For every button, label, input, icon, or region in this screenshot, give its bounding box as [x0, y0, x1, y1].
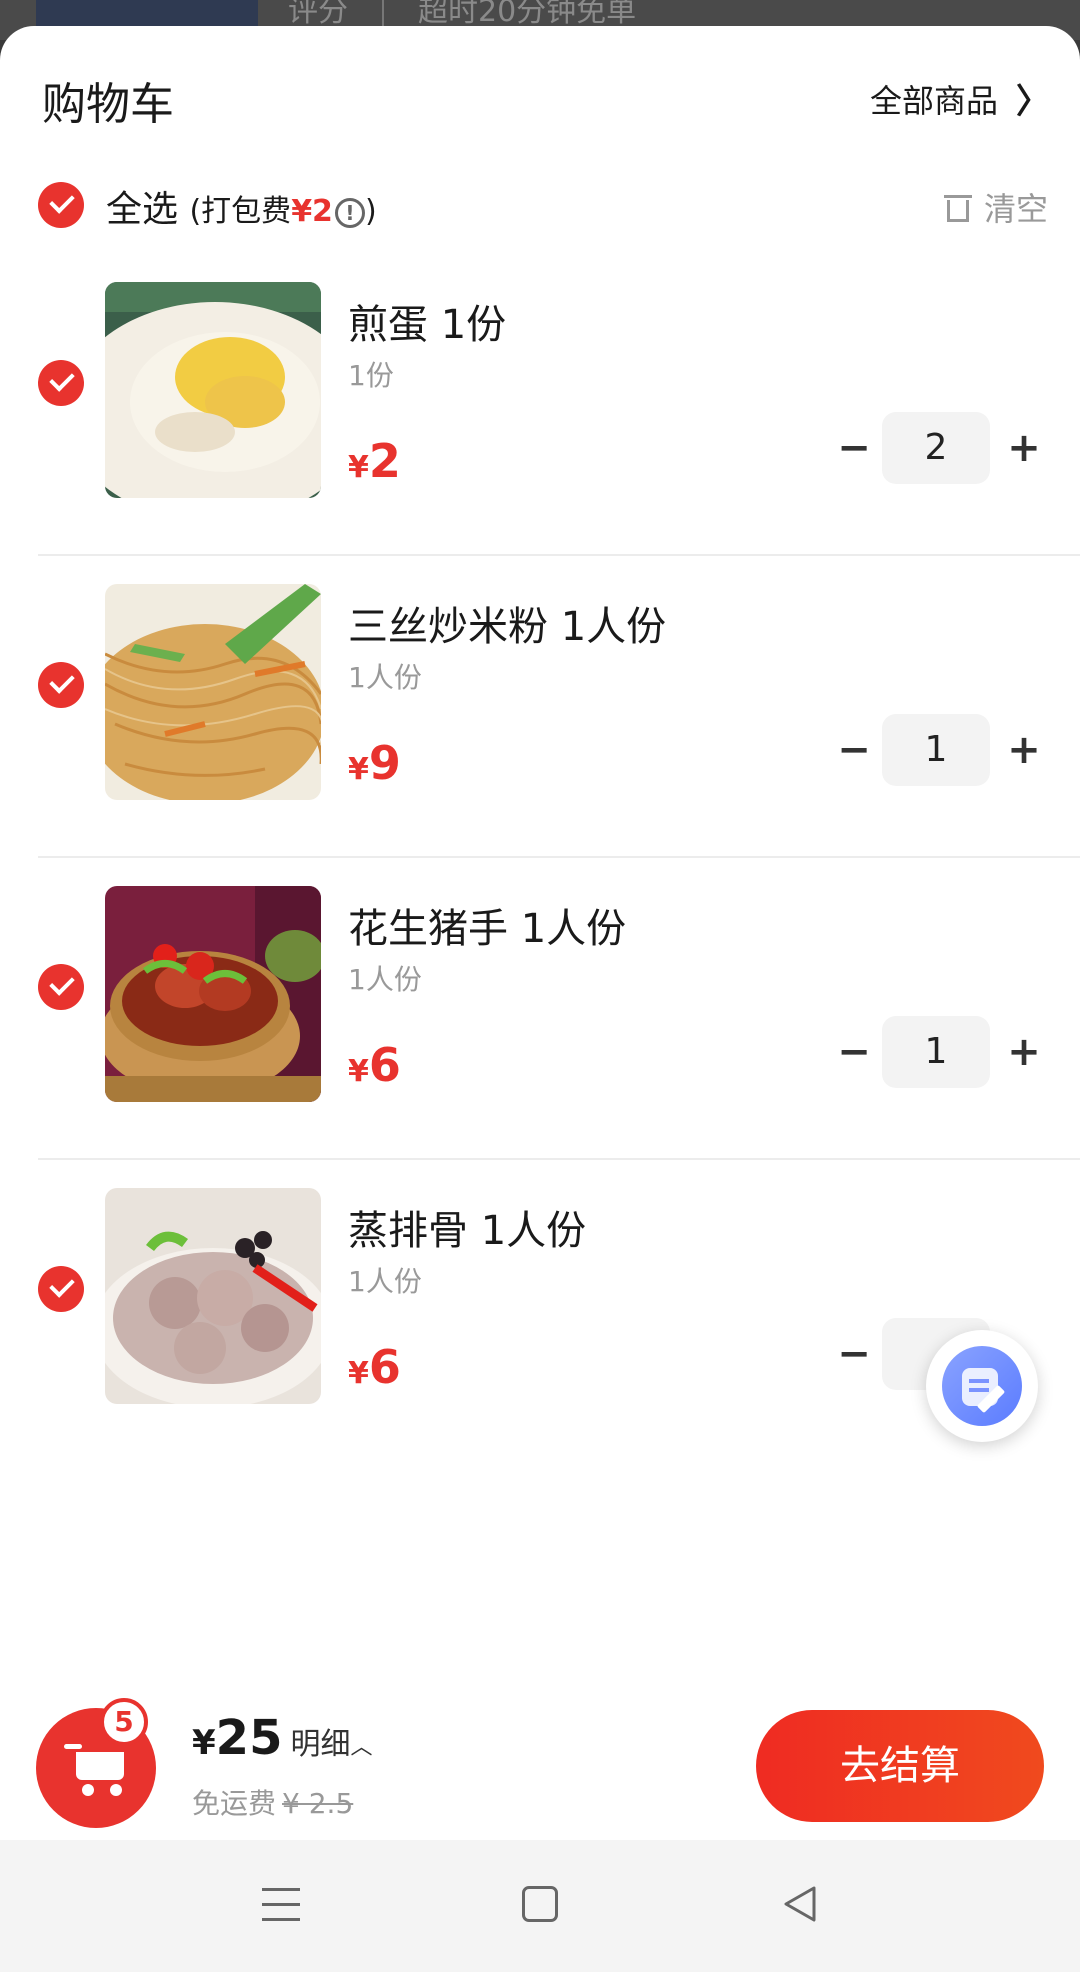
quantity-value[interactable]: 2 — [882, 412, 990, 484]
chevron-up-icon: ︿ — [350, 1735, 373, 1760]
decrease-button[interactable]: − — [834, 1016, 874, 1088]
trash-icon — [943, 192, 972, 222]
item-spec: 1份 — [348, 359, 394, 392]
currency-symbol: ¥ — [348, 752, 369, 787]
cart-item: 煎蛋 1份 1份 ¥2 − 2 + — [0, 254, 1080, 556]
back-icon[interactable] — [780, 1884, 820, 1924]
item-price: ¥6 — [348, 1340, 401, 1394]
item-checkbox[interactable] — [38, 964, 84, 1010]
background-divider — [382, 0, 384, 26]
quantity-stepper: − 1 + — [834, 714, 1044, 786]
total-currency: ¥ — [192, 1723, 216, 1763]
shipping-label: 免运费 — [192, 1787, 277, 1820]
item-price: ¥2 — [348, 434, 401, 488]
item-image-steamed-ribs — [105, 1188, 321, 1404]
select-all-label[interactable]: 全选 (打包费¥2!) — [106, 180, 377, 232]
order-note-icon — [942, 1346, 1022, 1426]
item-spec: 1人份 — [348, 963, 422, 996]
price-value: 9 — [368, 736, 401, 790]
decrease-button[interactable]: − — [834, 412, 874, 484]
all-goods-link[interactable]: 全部商品 〉 — [870, 74, 1050, 123]
price-value: 2 — [368, 434, 401, 488]
item-image-fried-egg — [105, 282, 321, 498]
shipping-info: 免运费 ¥ 2.5 — [192, 1782, 353, 1822]
item-spec: 1人份 — [348, 1265, 422, 1298]
item-name: 煎蛋 1份 — [348, 302, 507, 348]
cart-count-badge: 5 — [100, 1698, 148, 1746]
pack-fee-prefix: (打包费 — [189, 194, 292, 229]
item-checkbox[interactable] — [38, 1266, 84, 1312]
checkout-button[interactable]: 去结算 — [756, 1710, 1044, 1822]
select-all-row: 全选 (打包费¥2!) 清空 — [38, 174, 1048, 238]
quantity-value[interactable]: 1 — [882, 1016, 990, 1088]
select-all-checkbox[interactable] — [38, 182, 84, 228]
order-note-button[interactable] — [926, 1330, 1038, 1442]
background-thumbnail — [36, 0, 258, 28]
item-name: 花生猪手 1人份 — [348, 906, 627, 952]
home-icon[interactable] — [522, 1886, 558, 1922]
increase-button[interactable]: + — [1004, 1016, 1044, 1088]
shopping-cart-icon — [64, 1738, 130, 1798]
item-price: ¥6 — [348, 1038, 401, 1092]
menu-icon[interactable] — [262, 1888, 300, 1922]
item-price: ¥9 — [348, 736, 401, 790]
price-value: 6 — [368, 1038, 401, 1092]
clear-cart-button[interactable]: 清空 — [943, 184, 1048, 230]
system-nav-bar — [0, 1840, 1080, 1972]
decrease-button[interactable]: − — [834, 714, 874, 786]
item-checkbox[interactable] — [38, 360, 84, 406]
cart-item: 三丝炒米粉 1人份 1人份 ¥9 − 1 + — [0, 556, 1080, 858]
item-image-pork-trotters — [105, 886, 321, 1102]
all-goods-label: 全部商品 — [869, 81, 998, 120]
decrease-button[interactable]: − — [834, 1318, 874, 1390]
select-all-text: 全选 — [106, 189, 179, 230]
total-value: 25 — [215, 1710, 283, 1766]
pack-fee: (打包费¥2!) — [189, 194, 376, 229]
chevron-right-icon: 〉 — [1016, 82, 1050, 122]
increase-button[interactable]: + — [1004, 714, 1044, 786]
currency-symbol: ¥ — [348, 450, 369, 485]
item-image-fried-rice-noodles — [105, 584, 321, 800]
item-spec: 1人份 — [348, 661, 422, 694]
pack-fee-value: ¥2 — [291, 194, 333, 229]
currency-symbol: ¥ — [348, 1054, 369, 1089]
info-circle-icon[interactable]: ! — [334, 197, 365, 228]
cart-item: 蒸排骨 1人份 1人份 ¥6 − — [0, 1160, 1080, 1462]
increase-button[interactable]: + — [1004, 412, 1044, 484]
item-checkbox[interactable] — [38, 662, 84, 708]
pack-fee-suffix: ) — [364, 194, 377, 229]
shipping-original-price: ¥ 2.5 — [282, 1787, 354, 1820]
checkout-bar: 5 ¥25 明细︿ 免运费 ¥ 2.5 去结算 — [0, 1680, 1080, 1840]
item-name: 三丝炒米粉 1人份 — [348, 604, 667, 650]
quantity-value[interactable]: 1 — [882, 714, 990, 786]
currency-symbol: ¥ — [348, 1356, 369, 1391]
quantity-stepper: − 1 + — [834, 1016, 1044, 1088]
price-value: 6 — [368, 1340, 401, 1394]
item-name: 蒸排骨 1人份 — [348, 1208, 587, 1254]
detail-label: 明细 — [290, 1727, 351, 1762]
total-price[interactable]: ¥25 明细︿ — [192, 1710, 372, 1766]
cart-sheet: 购物车 全部商品 〉 全选 (打包费¥2!) 清空 煎蛋 1份 1份 ¥2 − … — [0, 26, 1080, 1841]
quantity-stepper: − 2 + — [834, 412, 1044, 484]
cart-title: 购物车 — [42, 79, 174, 130]
cart-item: 花生猪手 1人份 1人份 ¥6 − 1 + — [0, 858, 1080, 1160]
clear-label: 清空 — [983, 190, 1048, 228]
